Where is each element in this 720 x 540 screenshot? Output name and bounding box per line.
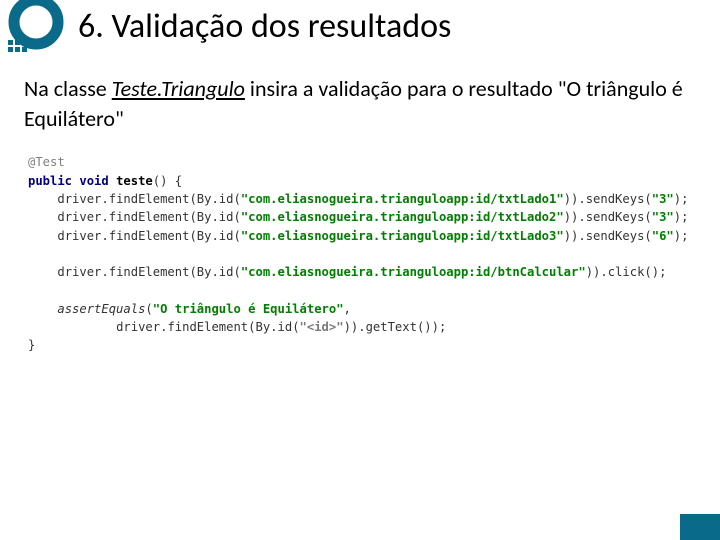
logo bbox=[0, 0, 72, 56]
class-name: Teste.Triangulo bbox=[112, 75, 245, 102]
code-line-1: driver.findElement(By.id("com.eliasnogue… bbox=[57, 192, 688, 206]
instruction-text: Na classe Teste.Triangulo insira a valid… bbox=[24, 74, 696, 133]
slide-header: 6. Validação dos resultados bbox=[0, 0, 720, 56]
brace-open: () { bbox=[153, 174, 182, 188]
kw-public: public bbox=[28, 174, 72, 188]
code-line-4: driver.findElement(By.id("com.eliasnogue… bbox=[57, 265, 666, 279]
brace-close: } bbox=[28, 338, 35, 352]
method-name: teste bbox=[116, 174, 153, 188]
instr-prefix: Na classe bbox=[24, 75, 112, 102]
slide-body: Na classe Teste.Triangulo insira a valid… bbox=[0, 56, 720, 393]
assert-line: assertEquals("O triângulo é Equilátero",… bbox=[28, 302, 446, 334]
code-line-3: driver.findElement(By.id("com.eliasnogue… bbox=[57, 229, 688, 243]
code-line-2: driver.findElement(By.id("com.eliasnogue… bbox=[57, 210, 688, 224]
annotation: @Test bbox=[28, 155, 65, 169]
kw-void: void bbox=[79, 174, 108, 188]
code-snippet: @Test public void teste() { driver.findE… bbox=[28, 153, 692, 354]
footer-accent bbox=[680, 514, 720, 540]
page-title: 6. Validação dos resultados bbox=[78, 6, 451, 47]
